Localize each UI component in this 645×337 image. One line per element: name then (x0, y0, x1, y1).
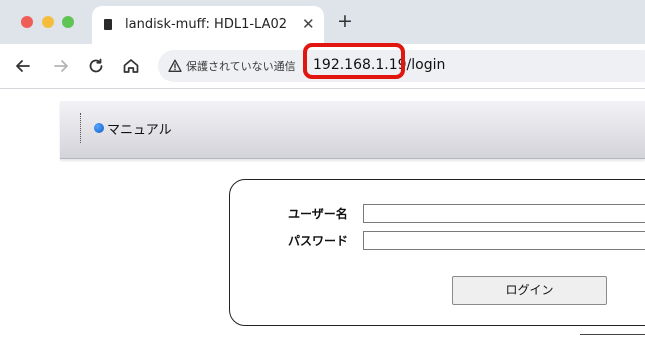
manual-link[interactable]: マニュアル (107, 119, 172, 138)
not-secure-label: 保護されていない通信 (186, 60, 296, 73)
bullet-dot-icon (94, 123, 104, 133)
header-divider (80, 113, 81, 143)
login-button[interactable]: ログイン (452, 276, 607, 305)
page-edge-line (580, 334, 645, 335)
maximize-window-button[interactable] (62, 16, 74, 28)
password-input[interactable] (363, 231, 645, 250)
new-tab-icon[interactable]: + (337, 10, 353, 32)
password-label: パスワード (288, 234, 349, 248)
login-panel: ユーザー名 パスワード ログイン (229, 179, 645, 326)
tab-strip: landisk-muff: HDL1-LA02 ✕ + (0, 0, 645, 44)
favicon-icon (104, 19, 112, 30)
warning-icon[interactable] (168, 59, 182, 73)
reload-icon[interactable] (85, 55, 107, 77)
page-header-bar: マニュアル (60, 101, 645, 159)
home-icon[interactable] (120, 55, 142, 77)
close-window-button[interactable] (21, 16, 33, 28)
back-arrow-icon[interactable] (12, 55, 34, 77)
forward-arrow-icon[interactable] (50, 55, 72, 77)
minimize-window-button[interactable] (42, 16, 54, 28)
username-label: ユーザー名 (288, 207, 348, 221)
tab-title: landisk-muff: HDL1-LA02 (125, 17, 288, 32)
browser-tab[interactable]: landisk-muff: HDL1-LA02 ✕ (92, 6, 324, 44)
tab-close-icon[interactable]: ✕ (302, 15, 315, 33)
ip-address-highlight (303, 43, 405, 79)
username-input[interactable] (363, 204, 645, 223)
